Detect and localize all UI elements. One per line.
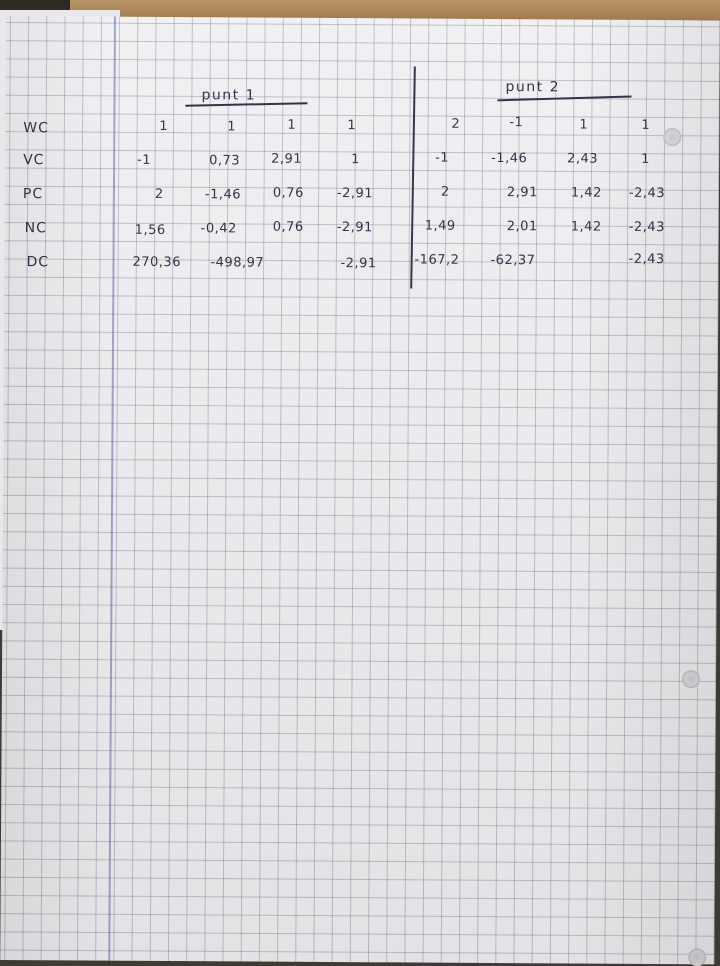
cell: -2,91 xyxy=(340,256,377,272)
punch-hole-bottom xyxy=(688,948,707,966)
cell: -2,91 xyxy=(336,220,373,236)
cell: 2,43 xyxy=(567,151,599,167)
cell: 2,91 xyxy=(506,185,538,201)
heading-punt-2: punt 2 xyxy=(505,79,561,96)
cell: 1,42 xyxy=(570,219,602,235)
cell: 1 xyxy=(641,151,650,167)
cell: -62,37 xyxy=(490,252,536,269)
cell: 2 xyxy=(451,116,461,132)
cell: 1 xyxy=(641,117,651,133)
cell: 1,42 xyxy=(570,185,602,201)
cell: 1 xyxy=(287,117,297,133)
cell: 1,49 xyxy=(424,218,456,234)
cell: -0,42 xyxy=(200,221,237,237)
cell: 2,91 xyxy=(271,151,303,167)
cell: -1,46 xyxy=(204,187,242,203)
row-label-nc: NC xyxy=(24,220,48,237)
cell: 1 xyxy=(579,117,589,133)
punch-hole-middle xyxy=(681,670,701,689)
cell: 0,76 xyxy=(272,219,304,235)
row-label-vc: VC xyxy=(23,152,45,169)
cell: -1 xyxy=(435,150,450,166)
cell: 0,76 xyxy=(272,185,304,201)
cell: -167,2 xyxy=(414,252,460,268)
cell: -2,43 xyxy=(628,251,665,268)
cell: 2 xyxy=(440,184,450,200)
cell: 1 xyxy=(347,118,357,134)
cell: 2,01 xyxy=(506,219,538,235)
heading-punt-1: punt 1 xyxy=(201,87,257,104)
cell: -498,97 xyxy=(210,255,265,271)
cell: 1 xyxy=(159,118,169,134)
cell: -2,43 xyxy=(628,219,665,236)
margin-line xyxy=(108,16,116,961)
cell: 1,56 xyxy=(134,222,166,238)
cell: 0,73 xyxy=(209,153,241,169)
cell: -1,46 xyxy=(491,150,528,167)
cell: -1 xyxy=(137,152,152,168)
cell: -2,43 xyxy=(628,185,666,202)
cell: -1 xyxy=(509,115,524,131)
row-label-wc: WC xyxy=(23,120,49,137)
cell: 2 xyxy=(154,186,164,202)
row-label-pc: PC xyxy=(22,186,44,203)
grid-paper-sheet: punt 1 punt 2 WC VC PC NC DC 1 1 1 1 -1 … xyxy=(0,16,720,966)
punch-hole-top xyxy=(663,128,682,147)
cell: -2,91 xyxy=(336,186,374,202)
row-label-dc: DC xyxy=(26,254,50,271)
heading-underline-right xyxy=(497,95,632,101)
cell: 1 xyxy=(351,152,360,168)
cell: 270,36 xyxy=(132,254,182,271)
cell: 1 xyxy=(227,119,237,135)
